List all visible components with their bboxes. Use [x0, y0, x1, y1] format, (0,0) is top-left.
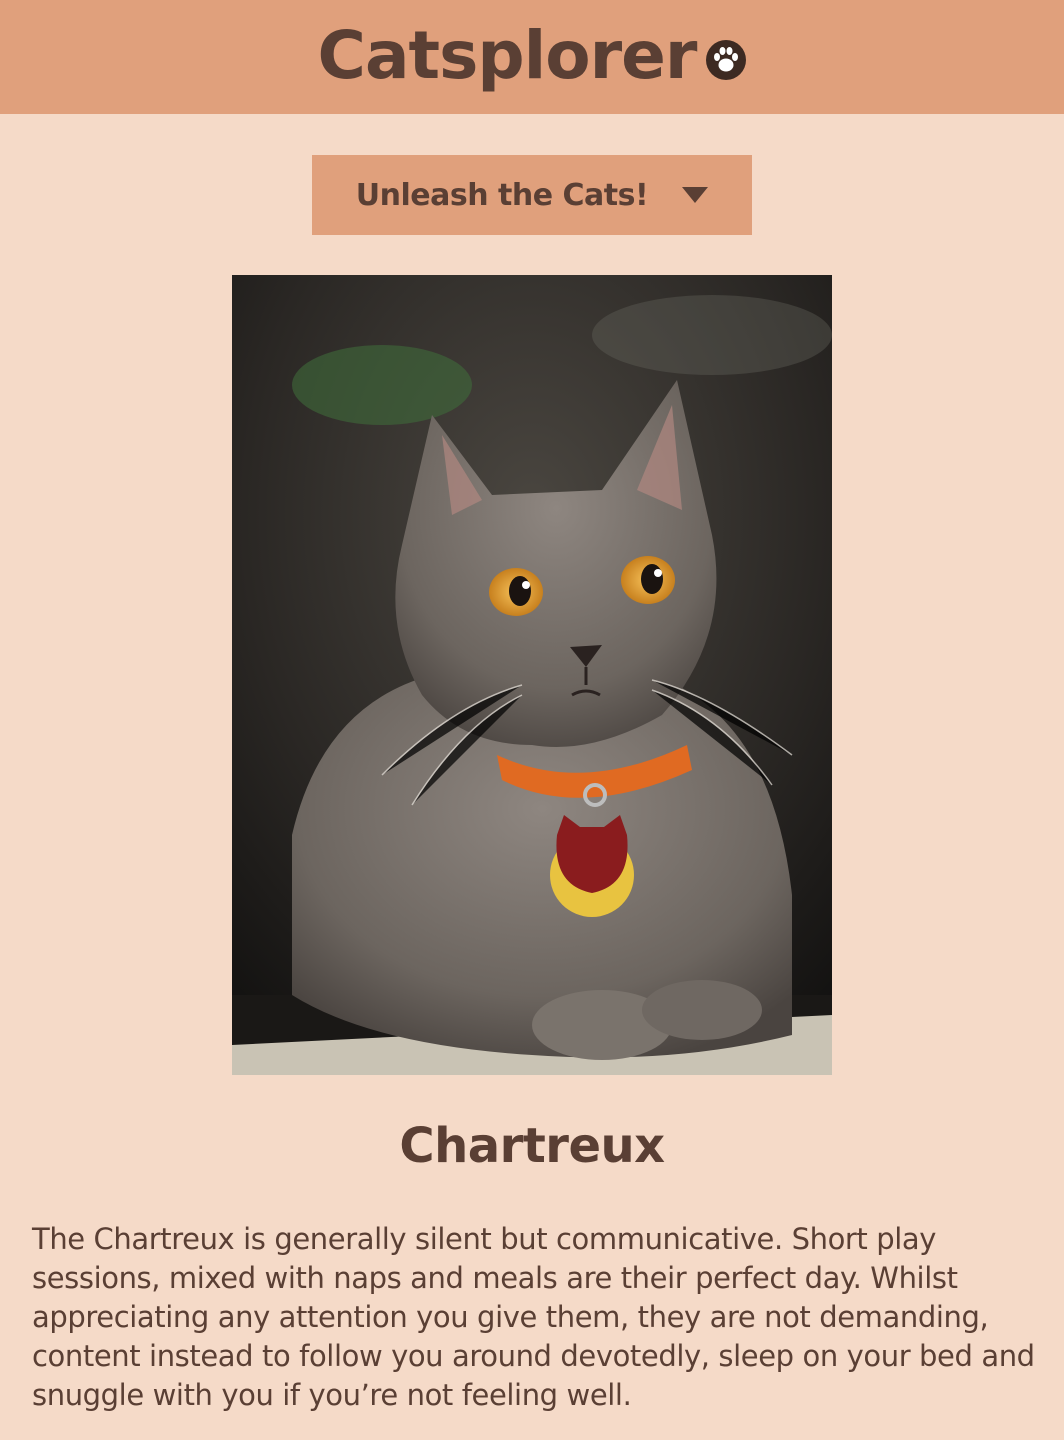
app-header: Catsplorer: [0, 0, 1064, 114]
caret-down-icon: [682, 187, 709, 203]
app-title: Catsplorer: [317, 16, 698, 94]
breed-description: The Chartreux is generally silent but co…: [32, 1222, 1035, 1412]
paw-icon: [706, 40, 747, 80]
breed-dropdown[interactable]: Unleash the Cats!: [312, 155, 752, 235]
dropdown-label: Unleash the Cats!: [355, 177, 649, 213]
breed-name: Chartreux: [399, 1118, 665, 1174]
cat-photo: [232, 275, 832, 1075]
